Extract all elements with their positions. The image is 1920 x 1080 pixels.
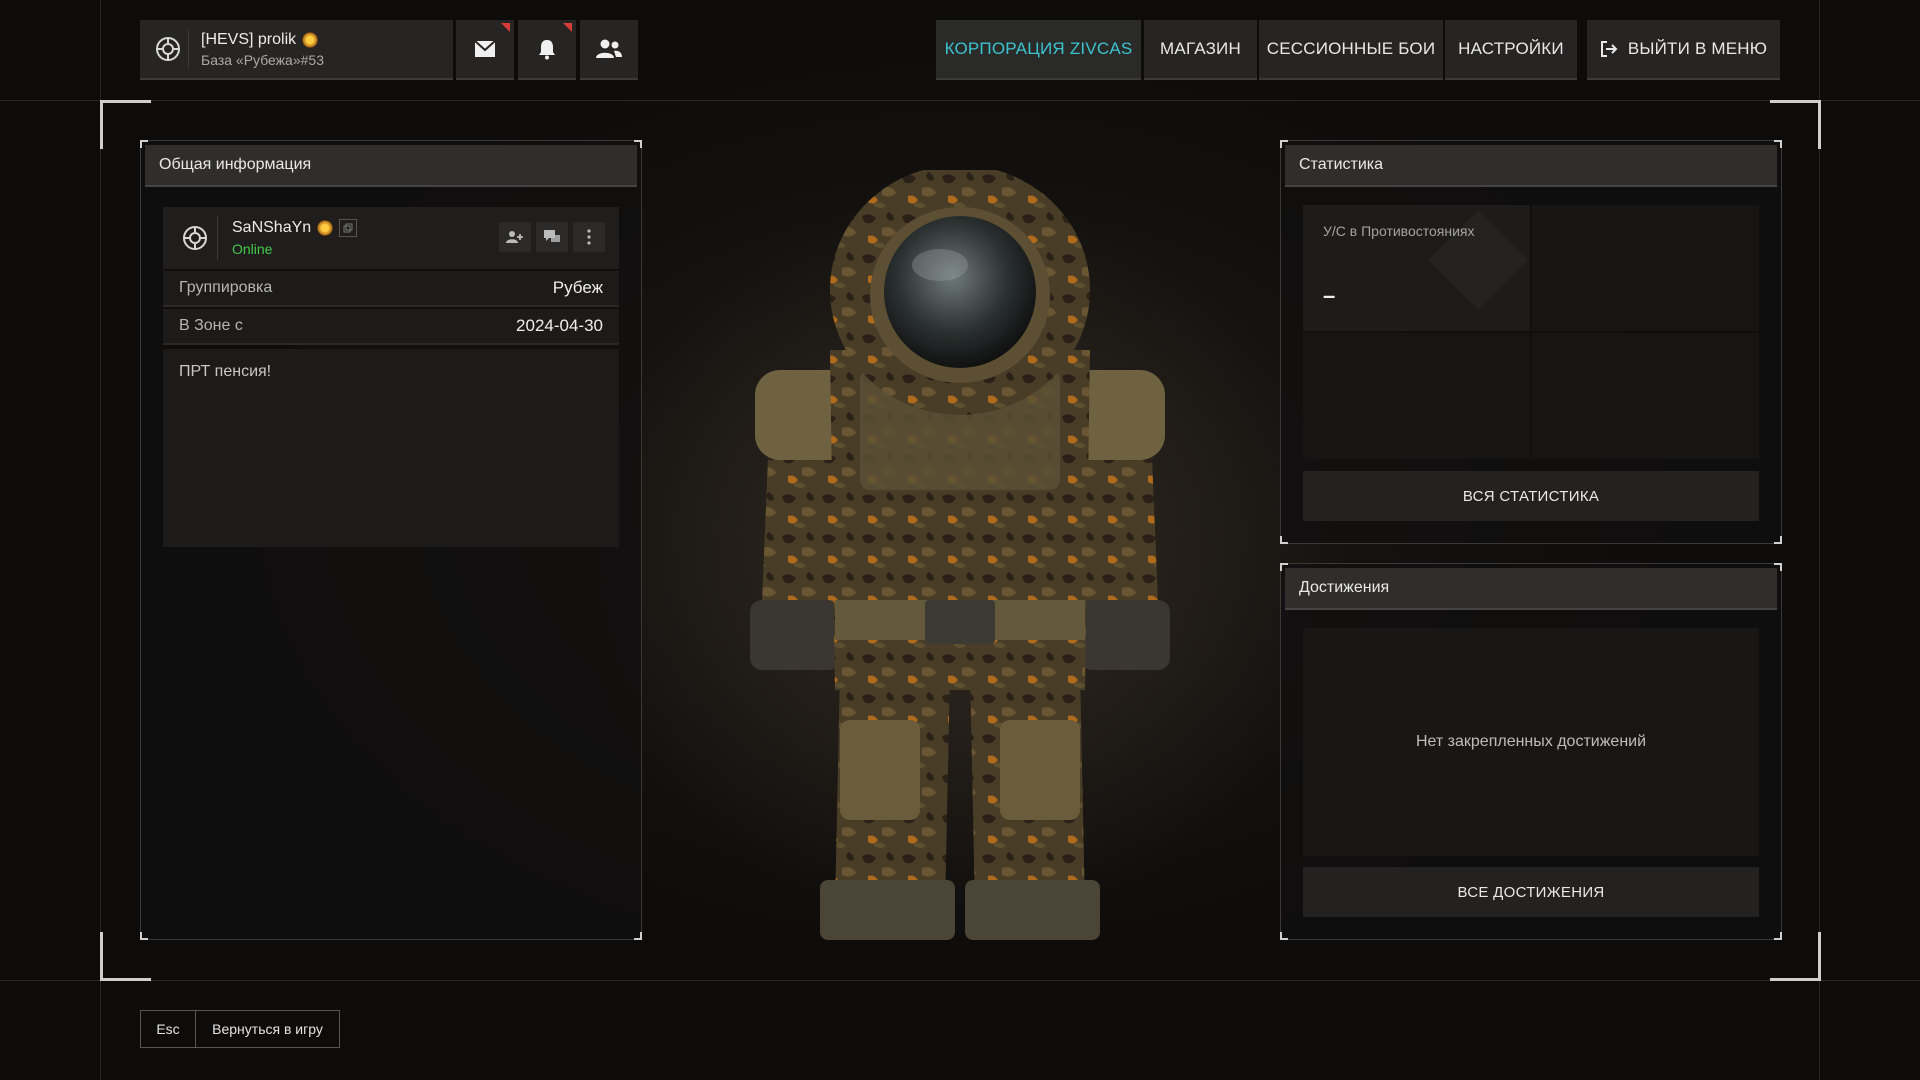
exit-to-menu-label: ВЫЙТИ В МЕНЮ (1627, 39, 1768, 58)
panel-tick (1774, 140, 1782, 148)
friends-button[interactable] (580, 20, 638, 80)
info-row-joined: В Зоне с 2024-04-30 (163, 309, 619, 345)
info-row-faction: Группировка Рубеж (163, 271, 619, 307)
add-friend-icon (506, 231, 523, 243)
esc-key-hint[interactable]: Esc (140, 1010, 195, 1048)
player-base: База «Рубежа»#53 (201, 51, 324, 68)
achievements-panel: Достижения Нет закрепленных достижений В… (1280, 563, 1782, 940)
stat-value: – (1323, 283, 1336, 308)
stat-grid: У/С в Противостояниях – (1303, 205, 1759, 459)
nav-corporation-zivcas[interactable]: КОРПОРАЦИЯ ZIVCAS (936, 20, 1141, 80)
all-statistics-button[interactable]: ВСЯ СТАТИСТИКА (1303, 471, 1759, 521)
achievements-title: Достижения (1285, 568, 1777, 610)
exit-to-menu-button[interactable]: ВЫЙТИ В МЕНЮ (1587, 20, 1780, 80)
stat-cell-empty (1532, 333, 1759, 459)
player-card[interactable]: [HEVS] prolik База «Рубежа»#53 (140, 20, 453, 80)
nav-settings[interactable]: НАСТРОЙКИ (1445, 20, 1577, 80)
copy-name-icon[interactable] (339, 219, 358, 237)
general-info-title: Общая информация (145, 145, 637, 187)
notifications-button[interactable] (518, 20, 576, 80)
panel-tick (1774, 932, 1782, 940)
bell-icon (539, 40, 555, 60)
info-value: Рубеж (552, 278, 603, 297)
profile-status: Online (232, 241, 273, 257)
frame-line-left (100, 0, 101, 1080)
all-achievements-button[interactable]: ВСЕ ДОСТИЖЕНИЯ (1303, 867, 1759, 917)
stat-cell-empty (1303, 333, 1530, 459)
panel-tick (1280, 932, 1288, 940)
exit-icon (1600, 41, 1618, 57)
add-friend-button[interactable] (499, 222, 531, 252)
panel-tick (1774, 536, 1782, 544)
chat-icon (544, 230, 560, 242)
faction-emblem-icon (173, 216, 218, 260)
player-name: [HEVS] prolik (201, 30, 297, 48)
panel-tick (634, 932, 642, 940)
statistics-panel: Статистика У/С в Противостояниях – ВСЯ С… (1280, 140, 1782, 544)
panel-tick (1280, 140, 1288, 148)
more-options-button[interactable] (573, 222, 605, 252)
mail-notification-dot (501, 23, 510, 32)
faction-emblem-icon (148, 29, 189, 69)
panel-tick (634, 140, 642, 148)
profile-username: SaNShaYn (232, 219, 312, 236)
panel-tick (1774, 563, 1782, 571)
info-key: В Зоне с (179, 317, 243, 334)
rank-badge-icon (317, 220, 334, 236)
mail-icon (474, 40, 496, 57)
about-text: ПРТ пенсия! (163, 349, 619, 547)
stat-cell-kd[interactable]: У/С в Противостояниях – (1303, 205, 1530, 331)
frame-line-top (0, 100, 1920, 101)
frame-line-bottom (0, 980, 1920, 981)
stat-cell-empty (1532, 205, 1759, 331)
nav-shop[interactable]: МАГАЗИН (1144, 20, 1257, 80)
profile-card: SaNShaYn Online (163, 207, 619, 269)
panel-tick (140, 140, 148, 148)
character-suit-image (750, 165, 1170, 940)
panel-tick (140, 932, 148, 940)
kebab-menu-icon (587, 229, 591, 245)
info-value: 2024-04-30 (516, 316, 603, 335)
send-message-button[interactable] (536, 222, 568, 252)
rank-badge-icon (302, 31, 319, 48)
panel-tick (1280, 563, 1288, 571)
stat-label: У/С в Противостояниях (1323, 223, 1475, 239)
nav-session-battles[interactable]: СЕССИОННЫЕ БОИ (1259, 20, 1443, 80)
achievements-empty-text: Нет закрепленных достижений (1303, 628, 1759, 856)
bell-notification-dot (563, 23, 572, 32)
mail-button[interactable] (456, 20, 514, 80)
friends-icon (596, 39, 622, 58)
return-to-game-button[interactable]: Вернуться в игру (195, 1010, 340, 1048)
frame-line-right (1819, 0, 1820, 1080)
character-model[interactable] (740, 165, 1180, 960)
info-key: Группировка (179, 279, 273, 296)
statistics-title: Статистика (1285, 145, 1777, 187)
general-info-panel: Общая информация SaNShaYn Online Группир… (140, 140, 642, 940)
panel-tick (1280, 536, 1288, 544)
